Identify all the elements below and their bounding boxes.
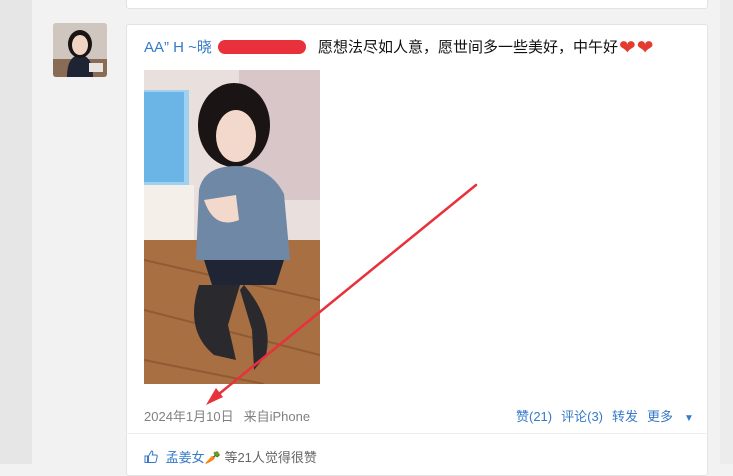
repost-button[interactable]: 转发 bbox=[612, 409, 638, 424]
avatar[interactable] bbox=[53, 23, 107, 77]
post-text: 愿想法尽如人意，愿世间多一些美好，中午好 bbox=[317, 39, 618, 56]
divider bbox=[126, 433, 706, 434]
more-label: 更多 bbox=[647, 409, 674, 424]
post-actions: 赞(21) 评论(3) 转发 更多 ▼ bbox=[516, 408, 703, 428]
like-button[interactable]: 赞(21) bbox=[516, 409, 552, 424]
chevron-down-icon: ▼ bbox=[684, 413, 694, 424]
likes-bar: 孟姜女🥕 等21人觉得很赞 bbox=[144, 449, 317, 467]
previous-post-card bbox=[126, 0, 708, 9]
likes-summary[interactable]: 等21人觉得很赞 bbox=[224, 450, 316, 465]
post-source: 来自iPhone bbox=[243, 409, 311, 424]
heart-icon: ❤ bbox=[618, 37, 636, 59]
liker-emoji: 🥕 bbox=[204, 450, 221, 465]
liker-name[interactable]: 孟姜女 bbox=[166, 450, 205, 465]
author-name[interactable]: AA” H ~晓 bbox=[144, 39, 212, 56]
red-redaction-scribble bbox=[218, 40, 306, 54]
post-date[interactable]: 2024年1月10日 bbox=[144, 409, 234, 424]
right-gutter bbox=[720, 0, 733, 464]
left-gutter bbox=[0, 0, 32, 464]
more-button[interactable]: 更多 ▼ bbox=[647, 409, 694, 424]
thumbs-up-icon bbox=[144, 450, 162, 465]
post-photo[interactable] bbox=[144, 70, 320, 384]
comment-button[interactable]: 评论(3) bbox=[561, 409, 603, 424]
heart-icon: ❤ bbox=[636, 37, 654, 59]
post-meta: 2024年1月10日 来自iPhone bbox=[144, 408, 310, 426]
